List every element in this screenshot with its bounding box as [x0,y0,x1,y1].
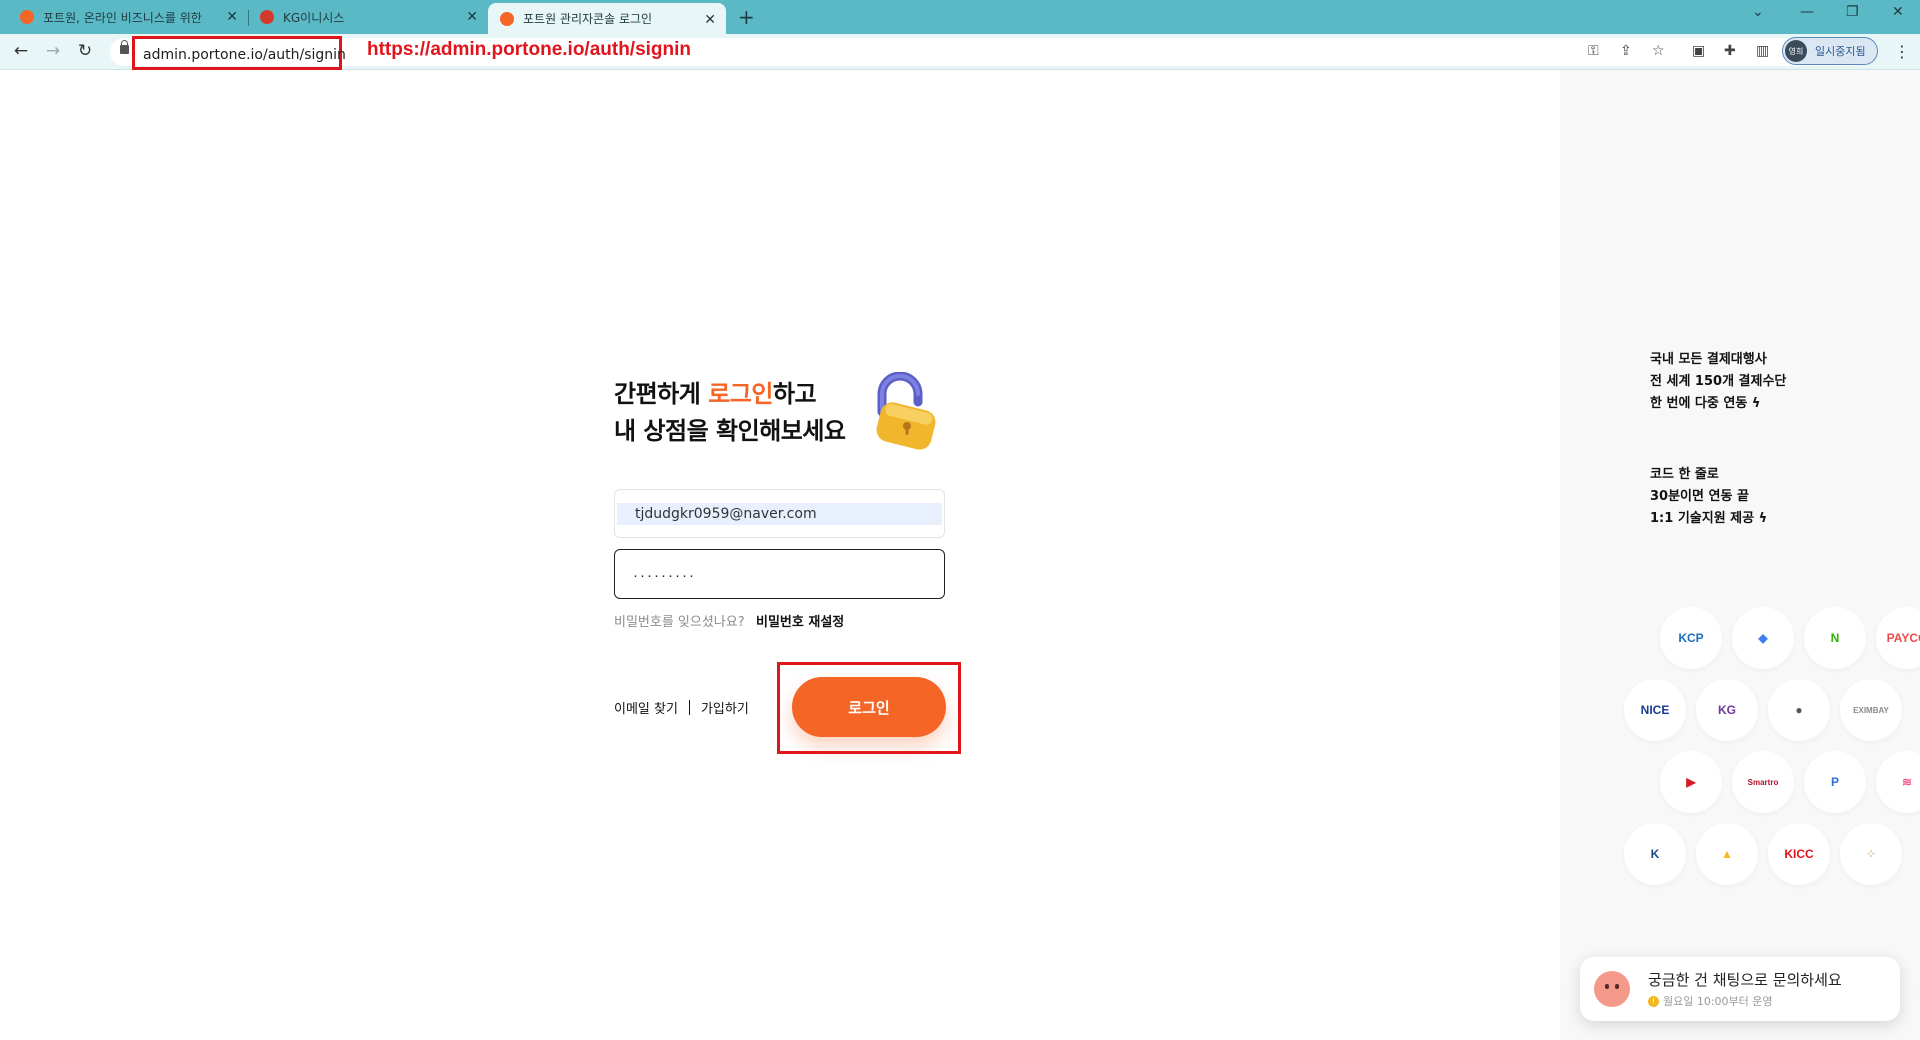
heading-part2: 하고 [772,380,817,408]
close-tab-icon[interactable]: ✕ [226,9,238,25]
eximbay-logo: EXIMBAY [1840,679,1902,741]
portone-favicon-icon [500,11,514,26]
share-icon[interactable]: ⇪ [1620,43,1632,59]
chat-title: 궁금한 건 채팅으로 문의하세요 [1648,971,1842,989]
tab-search-icon[interactable]: ⌄ [1752,4,1764,20]
password-input[interactable] [633,564,923,586]
info-icon: ! [1648,995,1659,1007]
key-icon[interactable]: ⚿ [1588,43,1599,59]
tab-portone-login[interactable]: 포트원 관리자콘솔 로그인 ✕ [488,3,726,34]
lock-icon [120,40,129,54]
promo-line: 한 번에 다중 연동 [1650,396,1748,411]
portone-favicon-icon [20,10,34,24]
promo-line: 코드 한 줄로 [1650,467,1719,482]
url-annotation: https://admin.portone.io/auth/signin [367,39,692,60]
tab-title: KG이니시스 [283,10,345,25]
login-button[interactable]: 로그인 [792,677,946,737]
close-tab-icon[interactable]: ✕ [466,9,478,25]
login-heading: 간편하게 로그인하고 내 상점을 확인해보세요 [614,376,846,450]
blockchain-logo: ▲ [1696,823,1758,885]
tab-portone-home[interactable]: 포트원, 온라인 비즈니스를 위한 ✕ [8,0,248,34]
url-text[interactable]: admin.portone.io/auth/signin [132,36,346,70]
menu-icon[interactable]: ⋮ [1894,42,1910,61]
back-icon[interactable]: ← [10,41,32,61]
profile-button[interactable]: 영희 일시중지됨 [1782,37,1878,65]
promo-line: 30분이면 연동 끝 [1650,489,1749,504]
password-field[interactable] [614,549,945,599]
find-email-link[interactable]: 이메일 찾기 [614,698,678,717]
email-input[interactable] [635,503,935,525]
chat-mascot-icon [1594,971,1630,1007]
tab-title: 포트원 관리자콘솔 로그인 [523,12,653,26]
restore-icon[interactable]: ❐ [1846,4,1859,20]
padlock-icon [876,372,936,450]
daou-logo: ▶ [1660,751,1722,813]
promo-block-2: 코드 한 줄로 30분이면 연동 끝 1:1 기술지원 제공 ϟ [1650,464,1767,530]
kcp-logo: KCP [1660,607,1722,669]
heading-line2: 내 상점을 확인해보세요 [614,417,846,445]
profile-status: 일시중지됨 [1815,45,1866,58]
tab-kg-inicis[interactable]: KG이니시스 ✕ [248,0,488,34]
account-links: 이메일 찾기 가입하기 [614,698,749,717]
close-window-icon[interactable]: ✕ [1892,4,1904,20]
forgot-password-text: 비밀번호를 잊으셨나요? [614,615,745,630]
browser-toolbar: ← → ↻ admin.portone.io/auth/signin https… [0,34,1920,70]
promo-line: 국내 모든 결제대행사 [1650,352,1767,367]
cast-icon[interactable]: ▣ [1692,43,1705,59]
forward-icon[interactable]: → [42,41,64,61]
kg-favicon-icon [260,10,274,24]
tab-title: 포트원, 온라인 비즈니스를 위한 [43,10,202,25]
nice-logo: NICE [1624,679,1686,741]
chat-widget[interactable]: 궁금한 건 채팅으로 문의하세요 ! 월요일 10:00부터 운영 [1580,957,1900,1021]
heading-part1: 간편하게 [614,380,709,408]
extensions-icon[interactable]: ✚ [1724,43,1736,59]
chat-subtitle-row: ! 월요일 10:00부터 운영 [1648,993,1773,1009]
new-tab-icon[interactable]: + [738,5,755,29]
chat-subtitle: 월요일 10:00부터 운영 [1663,995,1773,1008]
side-panel-icon[interactable]: ▥ [1756,43,1769,59]
bookmark-star-icon[interactable]: ☆ [1652,43,1665,59]
promo-line: 1:1 기술지원 제공 [1650,511,1755,526]
welcome-logo: ⁘ [1840,823,1902,885]
kakaopay-logo: ● [1768,679,1830,741]
paypal-logo: P [1804,751,1866,813]
email-field[interactable] [614,489,945,538]
signup-link[interactable]: 가입하기 [701,698,749,717]
tab-bar: 포트원, 온라인 비즈니스를 위한 ✕ KG이니시스 ✕ 포트원 관리자콘솔 로… [0,0,1920,34]
right-promo-panel [1560,70,1920,1040]
smartro-logo: Smartro [1732,751,1794,813]
reload-icon[interactable]: ↻ [74,41,96,61]
reset-password-link[interactable]: 비밀번호 재설정 [756,611,844,630]
minimize-icon[interactable]: — [1800,4,1814,20]
toss-logo: ◆ [1732,607,1794,669]
naverpay-logo: N [1804,607,1866,669]
kicc-logo: KICC [1768,823,1830,885]
link-divider [688,700,690,715]
ksnet-logo: K [1624,823,1686,885]
avatar: 영희 [1785,40,1807,62]
promo-block-1: 국내 모든 결제대행사 전 세계 150개 결제수단 한 번에 다중 연동 ϟ [1650,349,1786,415]
close-tab-icon[interactable]: ✕ [704,12,716,28]
heading-accent: 로그인 [708,380,773,408]
lightning-icon: ϟ [1751,396,1761,411]
lightning-icon: ϟ [1758,511,1768,526]
kg-logo: KG [1696,679,1758,741]
promo-line: 전 세계 150개 결제수단 [1650,374,1787,389]
